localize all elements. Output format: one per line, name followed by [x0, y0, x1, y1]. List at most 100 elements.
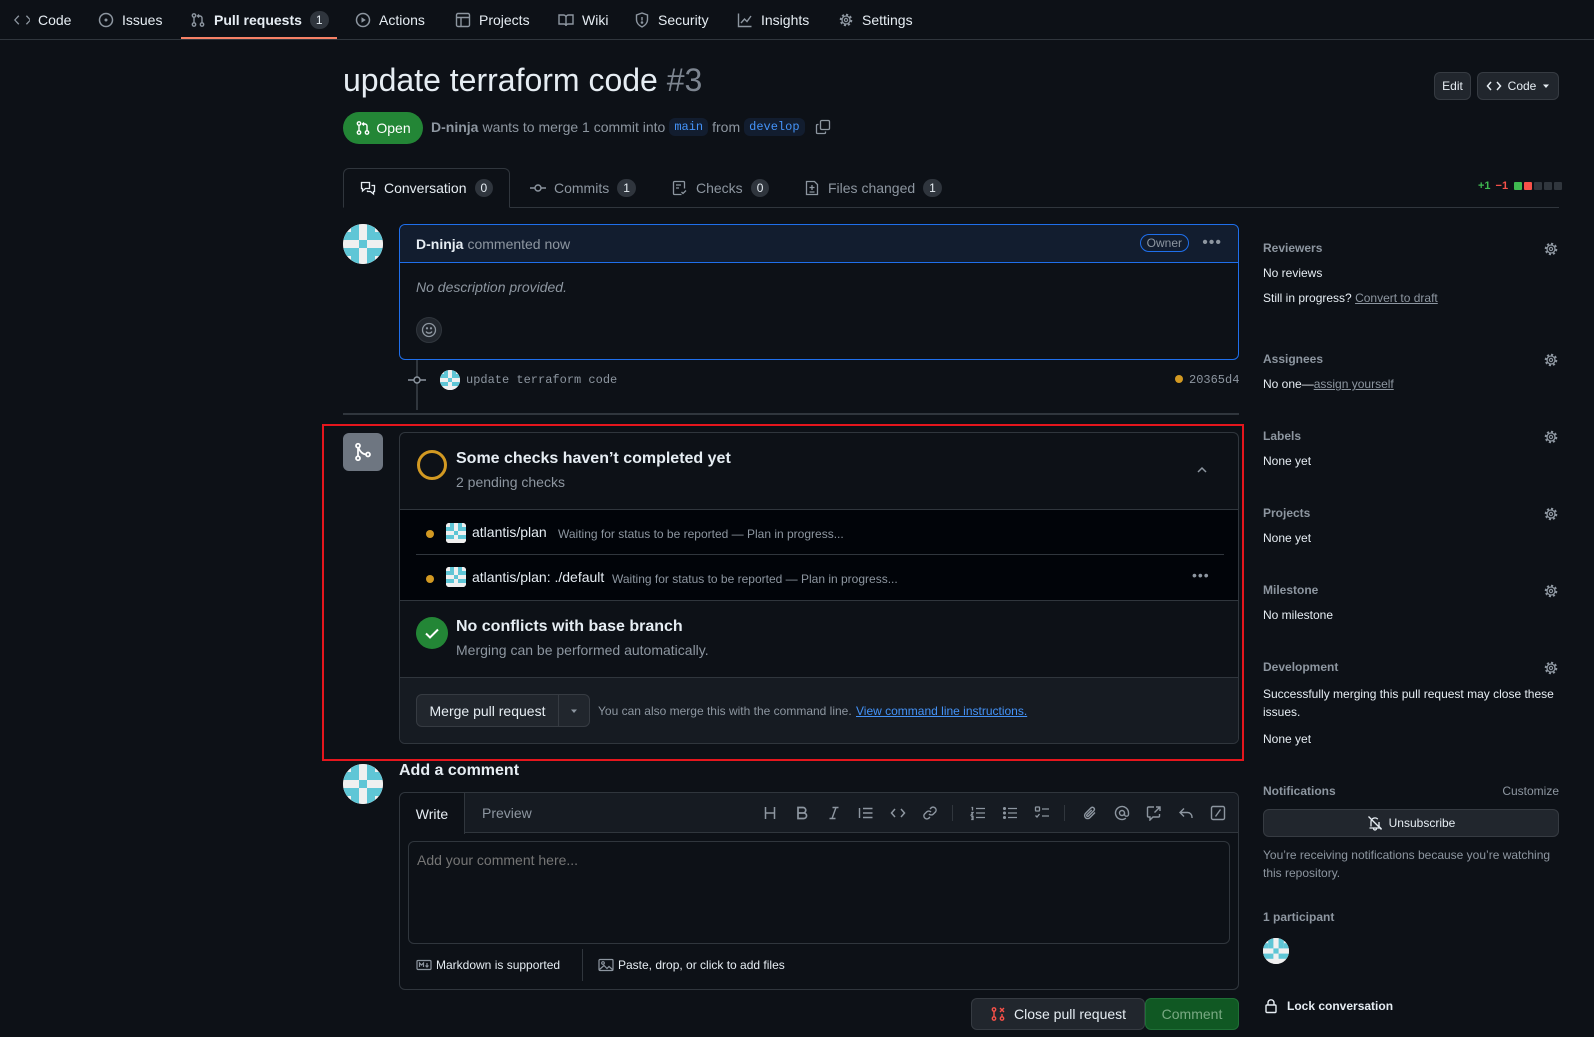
sidebar-heading[interactable]: Reviewers: [1263, 241, 1559, 255]
convert-to-draft-link[interactable]: Convert to draft: [1355, 291, 1438, 305]
lock-icon: [1265, 999, 1277, 1014]
comment-timestamp[interactable]: commented now: [467, 236, 570, 252]
sidebar-heading[interactable]: Milestone: [1263, 583, 1559, 597]
attach-files-button[interactable]: Paste, drop, or click to add files: [598, 957, 785, 973]
draft-prefix: Still in progress?: [1263, 291, 1352, 305]
comment-author[interactable]: D-ninja: [416, 236, 463, 252]
nav-wiki[interactable]: Wiki: [558, 0, 608, 40]
participant-avatar[interactable]: [1263, 938, 1289, 964]
reviewers-value: No reviews: [1263, 266, 1323, 280]
edit-button[interactable]: Edit: [1434, 72, 1471, 100]
comment-textarea[interactable]: [408, 841, 1230, 944]
nav-settings[interactable]: Settings: [838, 0, 913, 40]
check-circle-icon: [416, 617, 448, 649]
paperclip-icon[interactable]: [1082, 805, 1098, 821]
command-line-instructions-link[interactable]: View command line instructions.: [856, 704, 1027, 718]
quote-icon[interactable]: [858, 805, 874, 821]
identicon-icon: [446, 567, 466, 587]
italic-icon[interactable]: [826, 805, 842, 821]
customize-link[interactable]: Customize: [1502, 784, 1559, 798]
avatar[interactable]: [343, 224, 383, 264]
tab-commits[interactable]: Commits 1: [530, 168, 636, 208]
toolbar-divider: [952, 805, 953, 821]
mention-icon[interactable]: [1114, 805, 1130, 821]
pr-title-text: update terraform code: [343, 62, 658, 98]
reply-icon[interactable]: [1178, 805, 1194, 821]
nav-security[interactable]: Security: [634, 0, 709, 40]
conflicts-subtitle: Merging can be performed automatically.: [456, 642, 709, 658]
nav-label: Wiki: [582, 12, 609, 28]
tab-label: Commits: [554, 180, 610, 196]
bold-icon[interactable]: [794, 805, 810, 821]
check-row[interactable]: atlantis/plan: ./default Waiting for sta…: [416, 555, 1224, 600]
bell-slash-icon: [1367, 816, 1382, 831]
slash-command-icon[interactable]: [1210, 805, 1226, 821]
pending-dot-icon[interactable]: [1175, 375, 1183, 383]
head-branch[interactable]: develop: [744, 118, 805, 136]
diffstat-deletions: −1: [1495, 180, 1509, 192]
commit-sha[interactable]: 20365d4: [1189, 373, 1239, 387]
comment-button[interactable]: Comment: [1145, 998, 1239, 1030]
tab-conversation[interactable]: Conversation 0: [343, 168, 511, 208]
close-pull-request-button[interactable]: Close pull request: [971, 998, 1145, 1030]
tab-write[interactable]: Write: [400, 793, 465, 834]
chevron-up-icon[interactable]: [1194, 462, 1210, 478]
merge-pull-request-button[interactable]: Merge pull request: [416, 694, 559, 727]
triangle-down-icon: [1543, 84, 1550, 88]
tab-checks[interactable]: Checks 0: [672, 168, 770, 208]
sidebar-heading[interactable]: Projects: [1263, 506, 1559, 520]
gear-icon[interactable]: [1543, 241, 1559, 257]
gear-icon[interactable]: [1543, 352, 1559, 368]
nav-actions[interactable]: Actions: [355, 0, 425, 40]
comment-header: D-ninja commented now Owner •••: [400, 225, 1238, 263]
assign-yourself-link[interactable]: assign yourself: [1314, 377, 1394, 391]
code-button[interactable]: Code: [1477, 72, 1559, 100]
footer-divider: [582, 949, 583, 981]
assignees-value: No one—: [1263, 377, 1314, 391]
nav-projects[interactable]: Projects: [455, 0, 530, 40]
nav-pull-requests[interactable]: Pull requests 1: [190, 0, 329, 40]
gear-icon[interactable]: [1543, 660, 1559, 676]
sidebar-heading[interactable]: Assignees: [1263, 352, 1559, 366]
nav-insights[interactable]: Insights: [737, 0, 809, 40]
sidebar-labels: Labels None yet: [1263, 429, 1559, 468]
unsubscribe-button[interactable]: Unsubscribe: [1263, 809, 1559, 837]
check-row[interactable]: atlantis/plan Waiting for status to be r…: [416, 510, 1224, 555]
avatar[interactable]: [343, 764, 383, 804]
kebab-horizontal-icon[interactable]: •••: [1192, 567, 1210, 583]
nav-label: Insights: [761, 12, 810, 28]
nav-issues[interactable]: Issues: [98, 0, 162, 40]
lock-conversation-button[interactable]: Lock conversation: [1263, 998, 1559, 1014]
list-ordered-icon[interactable]: [970, 805, 986, 821]
development-text: Successfully merging this pull request m…: [1263, 687, 1554, 719]
tab-preview[interactable]: Preview: [482, 805, 532, 821]
checks-header[interactable]: Some checks haven’t completed yet 2 pend…: [400, 433, 1238, 510]
code-icon[interactable]: [890, 805, 906, 821]
commit-avatar[interactable]: [440, 370, 460, 390]
repo-nav: Code Issues Pull requests 1 Actions Proj…: [0, 0, 1594, 40]
link-icon[interactable]: [922, 805, 938, 821]
base-branch[interactable]: main: [669, 118, 709, 136]
gear-icon[interactable]: [1543, 429, 1559, 445]
merge-method-dropdown[interactable]: [558, 694, 590, 727]
gear-icon[interactable]: [1543, 583, 1559, 599]
list-unordered-icon[interactable]: [1002, 805, 1018, 821]
pr-author-link[interactable]: D-ninja: [431, 119, 478, 135]
commit-message[interactable]: update terraform code: [466, 373, 617, 387]
gear-icon[interactable]: [1543, 506, 1559, 522]
cross-reference-icon[interactable]: [1146, 805, 1162, 821]
markdown-supported-link[interactable]: Markdown is supported: [416, 957, 560, 973]
code-icon: [1486, 81, 1502, 91]
nav-code[interactable]: Code: [14, 0, 71, 40]
sidebar-heading[interactable]: Development: [1263, 660, 1559, 674]
gear-icon: [839, 13, 853, 27]
git-merge-icon: [355, 442, 371, 462]
copy-icon[interactable]: [815, 119, 831, 135]
kebab-horizontal-icon[interactable]: •••: [1202, 234, 1222, 252]
merge-box: Some checks haven’t completed yet 2 pend…: [399, 432, 1239, 744]
tab-files-changed[interactable]: Files changed 1: [804, 168, 942, 208]
add-reaction-button[interactable]: [416, 317, 442, 343]
tasklist-icon[interactable]: [1034, 805, 1050, 821]
heading-icon[interactable]: [762, 805, 778, 821]
sidebar-heading[interactable]: Labels: [1263, 429, 1559, 443]
